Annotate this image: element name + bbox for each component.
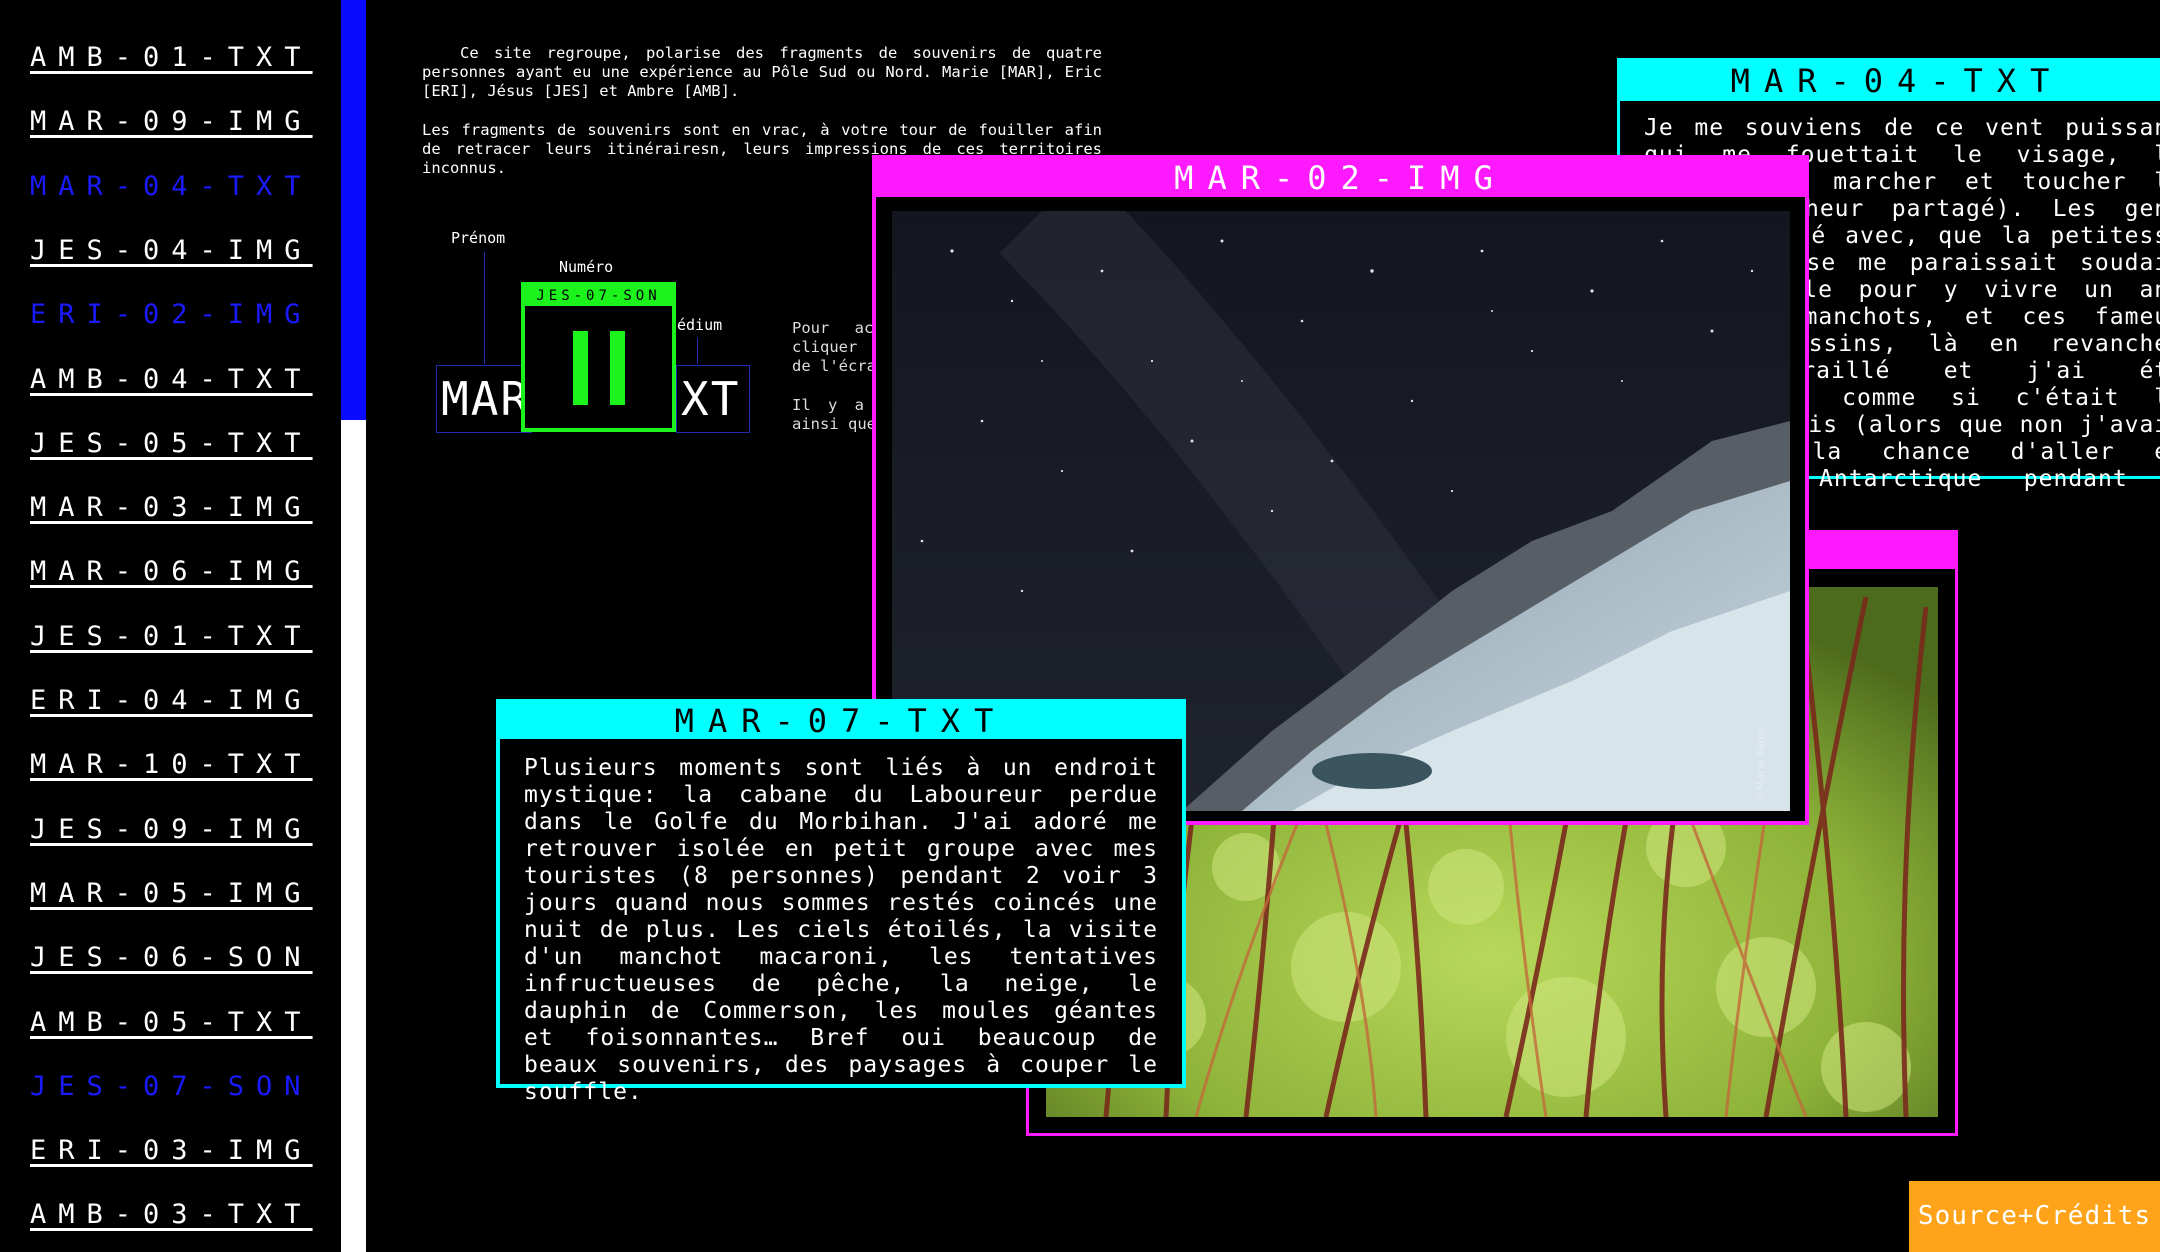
sidebar-link-jes-07-son[interactable]: JES-07-SON [30,1071,313,1102]
legend-connector-prenom [484,252,485,364]
legend-demo-suffix: XT [676,365,750,433]
sidebar-link-jes-09-img[interactable]: JES-09-IMG [30,814,313,845]
legend-connector-medium [697,338,698,364]
sidebar-link-mar-04-txt[interactable]: MAR-04-TXT [30,171,313,202]
legend-label-numero: Numéro [559,258,614,276]
sidebar-nav: AMB-01-TXT MAR-09-IMG MAR-04-TXT JES-04-IMG… [0,0,341,1252]
pause-icon[interactable] [572,331,625,406]
window-title[interactable]: MAR-02-IMG [876,159,1805,197]
sidebar-link-mar-03-img[interactable]: MAR-03-IMG [30,492,313,523]
sidebar-link-amb-04-txt[interactable]: AMB-04-TXT [30,364,313,395]
legend-demo-prefix: MAR [436,365,532,433]
source-credits-button[interactable]: Source+Crédits [1909,1181,2160,1252]
sidebar-link-eri-03-img[interactable]: ERI-03-IMG [30,1135,313,1166]
intro-paragraph-1: Ce site regroupe, polarise des fragments… [422,44,1102,100]
window-title[interactable]: MAR-04-TXT [1620,61,2160,101]
window-text: Plusieurs moments sont liés à un endroit… [524,755,1158,1105]
sidebar-link-eri-04-img[interactable]: ERI-04-IMG [30,685,313,716]
legend-label-prenom: Prénom [451,229,506,247]
sidebar-link-mar-09-img[interactable]: MAR-09-IMG [30,106,313,137]
sidebar-link-amb-03-txt[interactable]: AMB-03-TXT [30,1199,313,1230]
sidebar-link-jes-06-son[interactable]: JES-06-SON [30,942,313,973]
photo-credit: ©Marie Farès [1754,727,1767,801]
sidebar-link-jes-01-txt[interactable]: JES-01-TXT [30,621,313,652]
sidebar-link-mar-06-img[interactable]: MAR-06-IMG [30,556,313,587]
sound-player-widget[interactable]: JES-07-SON [521,282,676,432]
sidebar-link-mar-05-img[interactable]: MAR-05-IMG [30,878,313,909]
scrollbar-thumb[interactable] [341,0,366,420]
sidebar-link-jes-05-txt[interactable]: JES-05-TXT [30,428,313,459]
sidebar-link-eri-02-img[interactable]: ERI-02-IMG [30,299,313,330]
sidebar-link-amb-01-txt[interactable]: AMB-01-TXT [30,42,313,73]
sidebar-link-amb-05-txt[interactable]: AMB-05-TXT [30,1007,313,1038]
sidebar-link-jes-04-img[interactable]: JES-04-IMG [30,235,313,266]
sidebar-link-mar-10-txt[interactable]: MAR-10-TXT [30,749,313,780]
legend-label-medium: édium [677,316,723,334]
window-title[interactable]: MAR-07-TXT [500,703,1182,739]
sound-player-title: JES-07-SON [525,286,672,306]
window-mar-07-txt[interactable]: MAR-07-TXT Plusieurs moments sont liés à… [496,699,1186,1105]
